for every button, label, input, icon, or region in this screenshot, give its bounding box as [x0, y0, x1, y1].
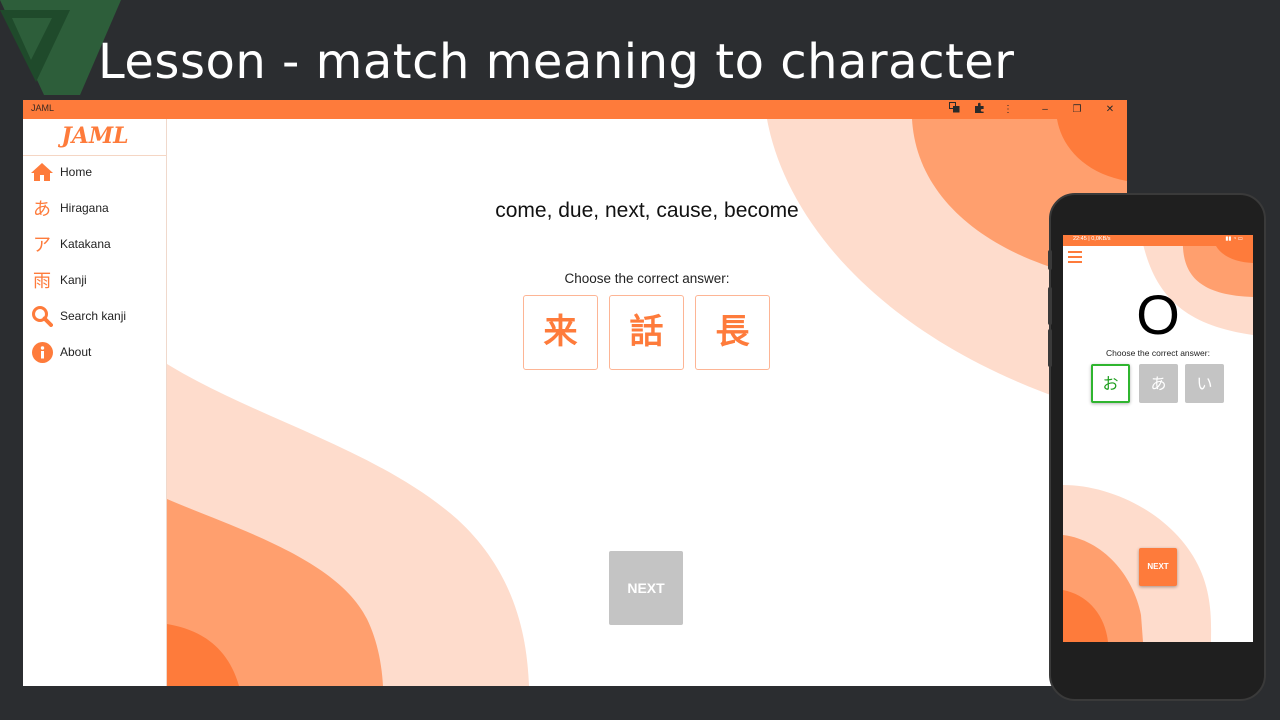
phone-status-bar: 22:45 | 0,0KB/s ▮▮ ◔ ▭	[1063, 235, 1253, 246]
sidebar: JAML Home あ Hiragana ア Katakana 雨 Kanji …	[23, 119, 167, 686]
phone-answer-option-3[interactable]: い	[1185, 364, 1224, 403]
extensions-icon[interactable]	[971, 102, 987, 117]
sidebar-item-label: About	[60, 345, 92, 359]
close-button[interactable]: ✕	[1102, 102, 1118, 117]
sidebar-item-about[interactable]: About	[23, 336, 166, 370]
katakana-icon: ア	[33, 235, 51, 256]
meaning-prompt: come, due, next, cause, become	[495, 199, 799, 222]
sidebar-item-label: Katakana	[60, 237, 111, 251]
hiragana-icon: あ	[33, 199, 51, 220]
target-character: O	[1136, 283, 1180, 346]
sidebar-item-hiragana[interactable]: あ Hiragana	[23, 192, 166, 226]
sidebar-item-katakana[interactable]: ア Katakana	[23, 228, 166, 262]
sidebar-item-label: Hiragana	[60, 201, 109, 215]
phone-side-button	[1048, 287, 1052, 325]
window-title: JAML	[31, 103, 55, 113]
status-icons: ▮▮ ◔ ▭	[1225, 236, 1243, 242]
phone-answer-instruction: Choose the correct answer:	[1106, 348, 1210, 358]
search-icon	[31, 305, 53, 327]
app-logo[interactable]: JAML	[23, 119, 166, 156]
sidebar-item-home[interactable]: Home	[23, 156, 166, 190]
answer-instruction: Choose the correct answer:	[564, 271, 730, 286]
sidebar-item-label: Search kanji	[60, 309, 127, 323]
phone-side-button	[1048, 250, 1052, 270]
restore-button[interactable]: ❐	[1069, 102, 1085, 117]
phone-side-button	[1048, 329, 1052, 367]
phone-screen: 22:45 | 0,0KB/s ▮▮ ◔ ▭ O Choose the corr…	[1063, 235, 1253, 642]
info-icon	[31, 341, 53, 363]
sidebar-item-label: Home	[60, 165, 93, 179]
next-button[interactable]: NEXT	[609, 551, 683, 625]
sidebar-item-label: Kanji	[60, 273, 87, 287]
status-time: 22:45 | 0,0KB/s	[1073, 236, 1111, 242]
minimize-button[interactable]: –	[1037, 102, 1053, 117]
sidebar-item-search-kanji[interactable]: Search kanji	[23, 300, 166, 334]
home-icon	[31, 161, 53, 183]
title-bar: JAML ⋮ – ❐ ✕	[23, 100, 1127, 119]
answer-option-2[interactable]: 話	[609, 295, 684, 370]
phone-mockup: 22:45 | 0,0KB/s ▮▮ ◔ ▭ O Choose the corr…	[1048, 193, 1266, 701]
app-logo-text: JAML	[57, 123, 128, 149]
phone-next-button[interactable]: NEXT	[1139, 548, 1177, 586]
svg-text:JAML: JAML	[57, 123, 128, 149]
phone-answer-option-1[interactable]: お	[1091, 364, 1130, 403]
translate-icon[interactable]	[946, 102, 962, 117]
app-window: JAML ⋮ – ❐ ✕ JAML Home あ Hiragana ア Kata…	[23, 100, 1127, 686]
answer-option-1[interactable]: 来	[523, 295, 598, 370]
more-options-icon[interactable]: ⋮	[1000, 102, 1016, 117]
sidebar-item-kanji[interactable]: 雨 Kanji	[23, 264, 166, 298]
slide-title: Lesson - match meaning to character	[98, 34, 1015, 90]
lesson-panel: come, due, next, cause, become Choose th…	[167, 119, 1127, 686]
phone-answer-option-2[interactable]: あ	[1139, 364, 1178, 403]
menu-icon[interactable]	[1068, 251, 1082, 263]
answer-option-3[interactable]: 長	[695, 295, 770, 370]
kanji-icon: 雨	[33, 271, 51, 292]
